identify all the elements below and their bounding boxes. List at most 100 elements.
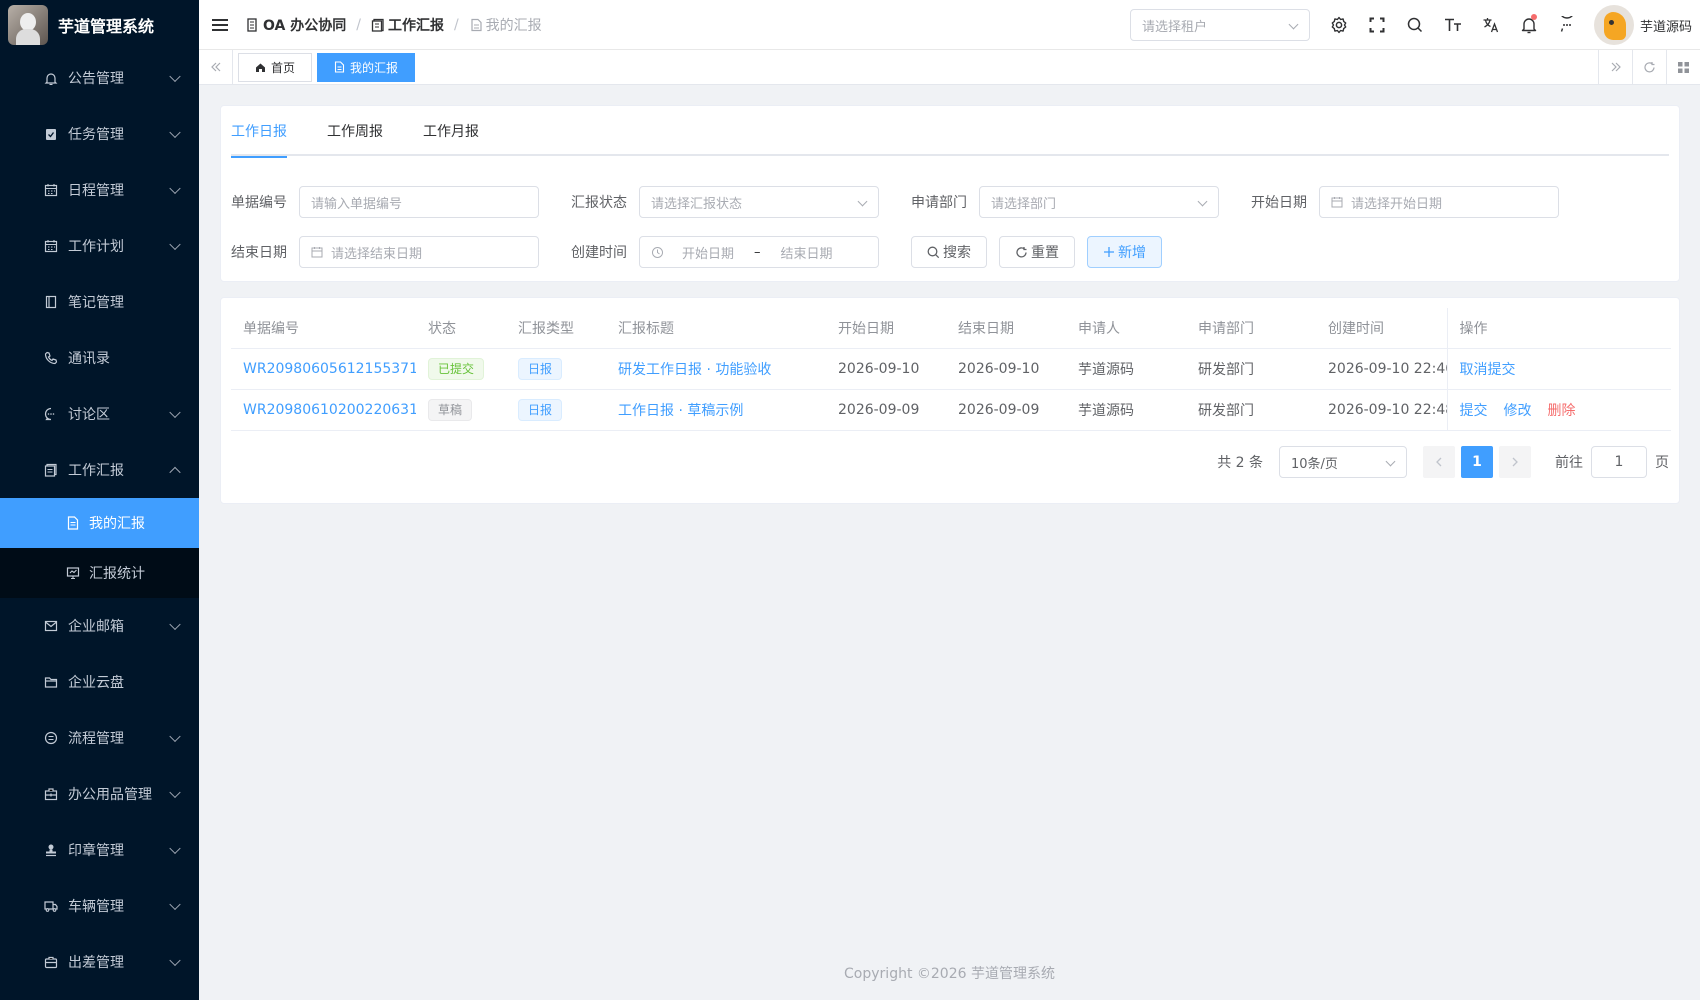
row-action-button[interactable]: 提交 xyxy=(1460,403,1488,419)
status-select[interactable]: 请选择汇报状态 xyxy=(639,186,879,218)
flow-icon xyxy=(44,731,58,745)
sidebar-item[interactable]: 公告管理 xyxy=(0,50,199,106)
breadcrumb-item-report[interactable]: 工作汇报 xyxy=(371,15,444,35)
next-page-button[interactable] xyxy=(1499,446,1531,478)
sidebar-item[interactable]: 工作计划 xyxy=(0,218,199,274)
dept-cell: 研发部门 xyxy=(1186,348,1316,390)
bell-icon[interactable] xyxy=(1510,0,1548,50)
row-action-button[interactable]: 取消提交 xyxy=(1460,362,1516,378)
actions-cell: 取消提交 xyxy=(1446,348,1671,390)
breadcrumb-separator: / xyxy=(453,16,459,33)
col-actions: 操作 xyxy=(1446,308,1671,349)
tab-monthly[interactable]: 工作月报 xyxy=(423,106,479,156)
home-icon xyxy=(256,63,265,72)
start-date-field: 开始日期 请选择开始日期 xyxy=(1251,186,1559,218)
sidebar-item-label: 印章管理 xyxy=(68,843,124,859)
document-icon xyxy=(67,516,79,530)
reset-button[interactable]: 重置 xyxy=(999,236,1075,268)
sidebar-item[interactable]: 车辆管理 xyxy=(0,878,199,934)
create-time-field: 创建时间 开始日期 – 结束日期 xyxy=(571,236,879,268)
start-date-picker[interactable]: 请选择开始日期 xyxy=(1319,186,1559,218)
report-table: 单据编号 状态 汇报类型 汇报标题 开始日期 结束日期 申请人 申请部门 创建时… xyxy=(231,308,1671,431)
translate-icon[interactable] xyxy=(1472,0,1510,50)
search-icon[interactable] xyxy=(1396,0,1434,50)
stamp-icon xyxy=(46,844,56,857)
col-dept: 申请部门 xyxy=(1186,308,1316,349)
sidebar-item[interactable]: 出差管理 xyxy=(0,934,199,990)
sidebar-item[interactable]: 工作汇报 xyxy=(0,442,199,498)
scroll-left-icon[interactable] xyxy=(199,50,233,84)
sidebar-item-label: 工作计划 xyxy=(68,239,124,255)
chevron-down-icon xyxy=(169,954,181,967)
refresh-icon xyxy=(1016,246,1027,257)
page-number[interactable]: 1 xyxy=(1461,446,1493,478)
sidebar-item-label: 流程管理 xyxy=(68,731,124,747)
clock-icon xyxy=(652,246,663,258)
goto-page-input[interactable]: 1 xyxy=(1591,446,1647,478)
header: OA 办公协同 / 工作汇报 / 我的汇报 请选择租户 芋道源码 xyxy=(199,0,1700,50)
end-date-cell: 2026-09-10 xyxy=(946,348,1066,390)
create-time-range[interactable]: 开始日期 – 结束日期 xyxy=(639,236,879,268)
chevron-down-icon xyxy=(169,70,181,83)
sidebar-item[interactable]: 企业邮箱 xyxy=(0,598,199,654)
tab-my-report[interactable]: 我的汇报 xyxy=(317,52,416,82)
sidebar-subitem[interactable]: 我的汇报 xyxy=(0,498,199,548)
sidebar-item-label: 讨论区 xyxy=(68,407,110,423)
sidebar-menu: 公告管理 任务管理 日程管理工作计划笔记管理 通讯录讨论区工作汇报 我的汇报 汇报统计企业… xyxy=(0,50,199,990)
pagination-total: 共 2 条 xyxy=(1217,455,1263,471)
menu-toggle-icon[interactable] xyxy=(212,16,228,34)
sidebar-item-label: 企业云盘 xyxy=(68,675,124,691)
row-action-button[interactable]: 修改 xyxy=(1504,403,1532,419)
chevron-down-icon xyxy=(1385,456,1396,467)
fullscreen-icon[interactable] xyxy=(1358,0,1396,50)
tab-home[interactable]: 首页 xyxy=(238,52,313,82)
message-icon[interactable] xyxy=(1548,0,1586,50)
breadcrumb-item-oa[interactable]: OA 办公协同 xyxy=(246,15,346,35)
tab-daily[interactable]: 工作日报 xyxy=(231,106,287,158)
font-size-icon[interactable] xyxy=(1434,0,1472,50)
tenant-select[interactable]: 请选择租户 xyxy=(1129,9,1310,41)
actions-cell: 提交 修改 删除 xyxy=(1446,389,1671,431)
row-action-button[interactable]: 删除 xyxy=(1548,403,1576,419)
page-size-select[interactable]: 10条/页 xyxy=(1279,446,1407,478)
sidebar-item[interactable]: 日程管理 xyxy=(0,162,199,218)
title-link[interactable]: 工作日报 · 草稿示例 xyxy=(606,389,826,431)
chevron-down-icon xyxy=(169,182,181,195)
title-link[interactable]: 研发工作日报 · 功能验收 xyxy=(606,348,826,390)
sidebar-item-label: 车辆管理 xyxy=(68,899,124,915)
scroll-right-icon[interactable] xyxy=(1598,50,1632,84)
chevron-down-icon xyxy=(169,730,181,743)
status-field: 汇报状态 请选择汇报状态 xyxy=(571,186,879,218)
sidebar-item[interactable]: 办公用品管理 xyxy=(0,766,199,822)
sidebar-item[interactable]: 讨论区 xyxy=(0,386,199,442)
refresh-icon[interactable] xyxy=(1632,50,1666,84)
chevron-down-icon xyxy=(169,238,181,251)
tab-weekly[interactable]: 工作周报 xyxy=(327,106,383,156)
end-date-picker[interactable]: 请选择结束日期 xyxy=(299,236,539,268)
created-cell: 2026-09-10 22:48:2 xyxy=(1316,389,1447,431)
chevron-down-icon xyxy=(169,126,181,139)
report-tabs: 工作日报 工作周报 工作月报 xyxy=(231,106,1669,158)
sidebar-item[interactable]: 任务管理 xyxy=(0,106,199,162)
sidebar-item[interactable]: 笔记管理 xyxy=(0,274,199,330)
doc-no-input[interactable]: 请输入单据编号 xyxy=(299,186,539,218)
sidebar-item[interactable]: 印章管理 xyxy=(0,822,199,878)
brand[interactable]: 芋道管理系统 xyxy=(0,0,199,50)
doc-no-link[interactable]: WR2098060561215537152 xyxy=(231,348,416,390)
settings-icon[interactable] xyxy=(1320,0,1358,50)
add-button[interactable]: 新增 xyxy=(1087,236,1162,268)
sidebar-item[interactable]: 流程管理 xyxy=(0,710,199,766)
dept-select[interactable]: 请选择部门 xyxy=(979,186,1219,218)
sidebar-item-label: 企业邮箱 xyxy=(68,619,124,635)
report-icon xyxy=(371,18,384,32)
truck-icon xyxy=(44,901,58,912)
grid-menu-icon[interactable] xyxy=(1666,50,1700,84)
sidebar-subitem[interactable]: 汇报统计 xyxy=(0,548,199,598)
chevron-right-icon xyxy=(1512,457,1518,467)
search-button[interactable]: 搜索 xyxy=(911,236,987,268)
user-menu[interactable]: 芋道源码 xyxy=(1593,5,1692,45)
sidebar-item[interactable]: 通讯录 xyxy=(0,330,199,386)
sidebar-item[interactable]: 企业云盘 xyxy=(0,654,199,710)
doc-no-link[interactable]: WR2098061020022063104 xyxy=(231,389,416,431)
prev-page-button[interactable] xyxy=(1423,446,1455,478)
